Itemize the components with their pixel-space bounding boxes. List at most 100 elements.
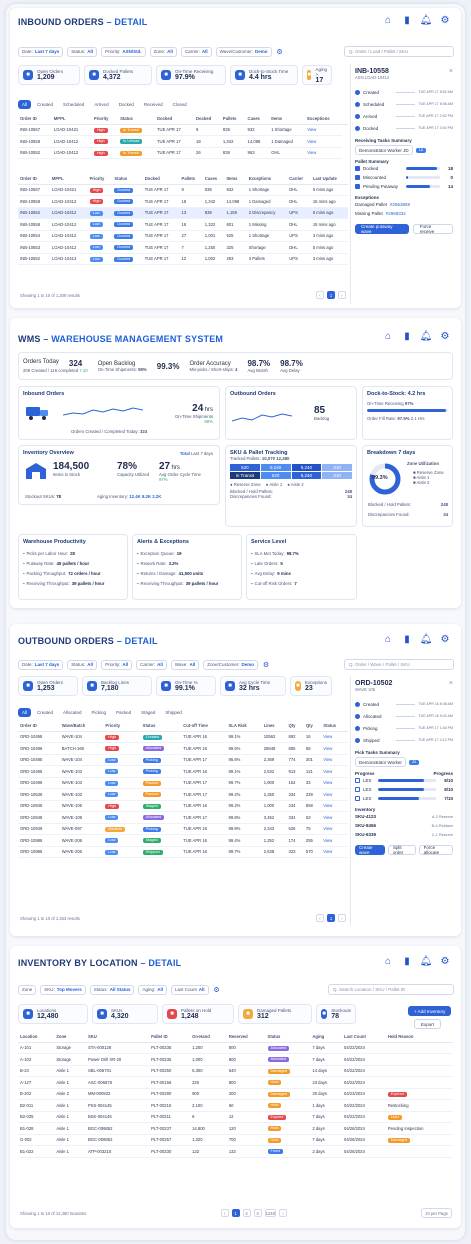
outbound-search-input[interactable]: Q. Order / Wave / Pallet / SKU [344, 659, 454, 670]
tab-closed[interactable]: Closed [169, 100, 191, 109]
table-row[interactable]: B2-025 Aisle 1 BSK-004145 PLT-00211 6 12 Expir… [18, 1111, 453, 1123]
view-link[interactable]: View [323, 769, 332, 774]
column-header[interactable]: Cases [202, 174, 225, 185]
column-header[interactable]: Wave/Batch [59, 721, 104, 732]
page-3-button[interactable]: 3 [253, 1209, 262, 1217]
page-prev-button[interactable]: ‹ [316, 291, 324, 299]
table-row[interactable]: A-102 Storage Power Drill XR-20 PLT-00235 1,… [18, 1053, 453, 1066]
tab-created[interactable]: Created [33, 100, 57, 109]
checkbox[interactable] [355, 787, 360, 792]
column-header[interactable]: Aging [310, 1032, 342, 1043]
inventory-row[interactable]: SKU-6339 C-1 Reserve [355, 830, 453, 839]
bell-icon[interactable]: 🔔︎ [420, 14, 433, 26]
chart-icon[interactable]: ▮ [401, 14, 413, 26]
table-row[interactable]: ORD-10986 WAVE-206 Low Shipped TUE APR 16 99.… [18, 846, 348, 858]
gear-icon[interactable]: ⚙ [439, 14, 451, 26]
table-row[interactable]: ORD-10945 WAVE-105 High Staged TUE APR 16 99.… [18, 800, 348, 812]
filter-1[interactable]: Status: All [67, 46, 98, 57]
table-row[interactable]: ORD-10498 WAVE-104 High Created TUE APR 16 99… [18, 731, 348, 743]
page-prev-button[interactable]: ‹ [220, 1209, 229, 1217]
page-1-button[interactable]: 1 [231, 1209, 240, 1217]
chart-icon[interactable]: ▮ [401, 330, 413, 342]
tab-all[interactable]: All [18, 100, 32, 109]
column-header[interactable]: Cases [245, 114, 270, 125]
exception-row[interactable]: Damaged Pallet #2963859 [355, 200, 453, 209]
column-header[interactable]: Items [269, 114, 306, 125]
column-header[interactable]: On-Hand [190, 1032, 227, 1043]
table-row[interactable]: B1-028 Aisle 1 BGC-006852 PLT-00237 14,800 12… [18, 1122, 453, 1135]
page-2-button[interactable]: 2 [242, 1209, 251, 1217]
filter-2[interactable]: Priority: ASN/Std. [101, 46, 146, 57]
split-order-button[interactable]: Split order [387, 845, 416, 855]
tab-picking[interactable]: Picking [88, 708, 111, 717]
filter-5[interactable]: Wave/Customer: Demo [215, 46, 272, 57]
checkbox[interactable] [355, 184, 360, 189]
tab-received[interactable]: Received [140, 100, 167, 109]
gear-icon[interactable]: ⚙ [439, 955, 451, 967]
close-icon[interactable]: × [449, 680, 453, 687]
table-row[interactable]: INB-10552 LOAD-10412 Low Docked TUE APR 17 13… [18, 207, 348, 219]
filter-3[interactable]: Carrier: All [136, 659, 167, 670]
column-header[interactable]: MPPL [49, 174, 88, 185]
column-header[interactable]: Priority [91, 114, 119, 125]
table-row[interactable]: INB-10552 LOAD-10413 Low Docked TUE APR 17 12… [18, 253, 348, 265]
column-header[interactable]: Zone [54, 1032, 86, 1043]
filter-1[interactable]: Status: All [67, 659, 98, 670]
bell-icon[interactable]: 🔔︎ [420, 330, 433, 342]
column-header[interactable]: Pallets [179, 174, 203, 185]
gear-icon[interactable]: ⚙ [439, 633, 451, 645]
column-header[interactable]: Last Count [341, 1032, 386, 1043]
inventory-row[interactable]: SKU-8456 B-4 Pickface [355, 821, 453, 830]
view-link[interactable]: View [323, 815, 332, 820]
column-header[interactable]: Priority [103, 721, 141, 732]
table-row[interactable]: ORD-10496 WAVE-103 Low Packed TUE APR 17 99.7… [18, 777, 348, 789]
settings-icon[interactable]: ⚙ [276, 46, 284, 58]
column-header[interactable]: Hold Reason [385, 1032, 453, 1043]
column-header[interactable]: Status [112, 174, 143, 185]
checkbox[interactable] [355, 778, 360, 783]
view-link[interactable]: View [323, 826, 332, 831]
tab-allocated[interactable]: Allocated [59, 708, 86, 717]
page-next-button[interactable]: › [338, 291, 346, 299]
table-row[interactable]: INB-10558 LOAD-10412 High Docked TUE APR 17 1… [18, 195, 348, 208]
page-last-button[interactable]: 1248 [264, 1209, 276, 1217]
receiving-worker[interactable]: Demonstrator Worker JD [355, 145, 413, 155]
view-link[interactable]: View [307, 127, 316, 132]
force-allocate-button[interactable]: Force allocate [418, 845, 454, 855]
table-row[interactable]: ORD-10948 WAVE-108 Low Allocated TUE APR 17 9… [18, 811, 348, 824]
table-row[interactable]: INB-10554 LOAD-10412 Low Docked TUE APR 17 27… [18, 230, 348, 242]
add-inventory-button[interactable]: + Add Inventory [408, 1006, 452, 1016]
column-header[interactable]: Pallets [220, 114, 246, 125]
exception-row[interactable]: Missing Pallet #2968332 [355, 209, 453, 218]
column-header[interactable]: Qty [286, 721, 304, 732]
column-header[interactable]: Status [140, 721, 182, 732]
filter-4[interactable]: Last Count All [171, 984, 209, 995]
tab-staged[interactable]: Staged [137, 708, 159, 717]
checkbox[interactable] [355, 796, 360, 801]
view-link[interactable]: View [323, 803, 332, 808]
table-row[interactable]: A-127 Aisle 1 ASC-006678 PLT-00156 220 800 Hol… [18, 1076, 453, 1089]
column-header[interactable]: Order ID [18, 174, 50, 185]
view-link[interactable]: View [307, 150, 316, 155]
table-row[interactable]: ORD-10485 WAVE-104 Low Picking TUE APR 17 95.… [18, 754, 348, 766]
gear-icon[interactable]: ⚙ [439, 330, 451, 342]
filter-2[interactable]: Status: All Status [89, 984, 135, 995]
view-link[interactable]: View [307, 139, 316, 144]
page-1-button[interactable]: 1 [327, 291, 335, 299]
filter-1[interactable]: SKU: Top Movers [40, 984, 86, 995]
column-header[interactable]: Cut-off Time [181, 721, 227, 732]
column-header[interactable]: Qty [303, 721, 322, 732]
column-header[interactable]: Last Update [310, 174, 348, 185]
table-row[interactable]: B-24 Aisle 1 SBL-006701 PLT-00250 5,300 540 Da… [18, 1065, 453, 1077]
settings-icon[interactable]: ⚙ [262, 659, 270, 671]
table-row[interactable]: INB-10558 LOAD-10412 Low Docked TUE APR 17 18… [18, 218, 348, 231]
view-link[interactable]: View [323, 734, 332, 739]
table-row[interactable]: INB-10552 LOAD-10412 High In Transit TUE APR… [18, 147, 348, 159]
column-header[interactable]: Priority [87, 174, 113, 185]
page-next-button[interactable]: › [338, 914, 346, 922]
filter-4[interactable]: Carrier: All [180, 46, 212, 57]
tab-shipped[interactable]: Shipped [161, 708, 186, 717]
page-prev-button[interactable]: ‹ [316, 914, 324, 922]
filter-3[interactable]: Aging: All [138, 984, 168, 995]
table-row[interactable]: ORD-10538 WAVE-103 Low Packed TUE APR 17 99.2… [18, 788, 348, 801]
